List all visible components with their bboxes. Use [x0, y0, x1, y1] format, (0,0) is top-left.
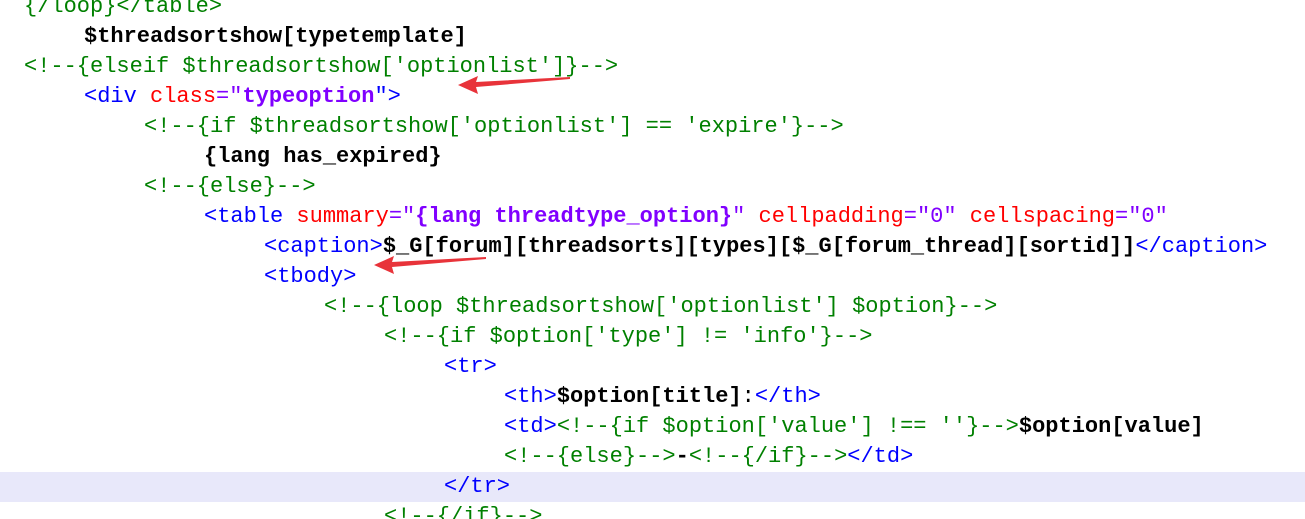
code-token: <td>: [504, 414, 557, 439]
code-text: <table summary="{lang threadtype_option}…: [204, 202, 1168, 232]
code-token: <th>: [504, 384, 557, 409]
code-token: $option[title]: [556, 384, 742, 409]
code-token: </caption>: [1135, 234, 1268, 259]
code-token: ": [732, 204, 759, 229]
code-token: <!--{else}-->: [144, 174, 316, 199]
code-text: <!--{else}-->-<!--{/if}--></td>: [504, 442, 913, 472]
arrow-to-tbody-icon: [374, 256, 486, 274]
code-line[interactable]: <!--{if $option['type'] != 'info'}-->: [0, 322, 1305, 352]
code-token: summary: [296, 204, 389, 229]
code-line[interactable]: <table summary="{lang threadtype_option}…: [0, 202, 1305, 232]
code-line[interactable]: <td><!--{if $option['value'] !== ''}-->$…: [0, 412, 1305, 442]
code-text: <div class="typeoption">: [84, 82, 401, 112]
code-token: {lang threadtype_option}: [415, 204, 733, 229]
code-line[interactable]: {/loop}</table>: [0, 0, 1305, 22]
code-line[interactable]: <th>$option[title]:</th>: [0, 382, 1305, 412]
code-line[interactable]: <tbody>: [0, 262, 1305, 292]
code-line[interactable]: <!--{else}-->-<!--{/if}--></td>: [0, 442, 1305, 472]
code-line[interactable]: <div class="typeoption">: [0, 82, 1305, 112]
code-text: <!--{loop $threadsortshow['optionlist'] …: [324, 292, 997, 322]
code-text: <!--{if $threadsortshow['optionlist'] ==…: [144, 112, 844, 142]
code-line-current[interactable]: </tr>: [0, 472, 1305, 502]
code-text: </tr>: [444, 472, 510, 502]
code-line[interactable]: <!--{if $threadsortshow['optionlist'] ==…: [0, 112, 1305, 142]
code-editor[interactable]: {/loop}</table> $threadsortshow[typetempl…: [0, 0, 1305, 519]
code-token: typeoption: [242, 84, 375, 109]
code-line[interactable]: $threadsortshow[typetemplate]: [0, 22, 1305, 52]
code-token: -: [675, 444, 689, 469]
code-token: =": [216, 84, 243, 109]
code-text: <!--{if $option['type'] != 'info'}-->: [384, 322, 872, 352]
code-token: <!--{/if}-->: [688, 444, 848, 469]
code-token: <!--{if $threadsortshow['optionlist'] ==…: [144, 114, 844, 139]
code-token: <!--{else}-->: [504, 444, 676, 469]
code-token: </td>: [847, 444, 914, 469]
code-token: $_G[forum][threadsorts][types][$_G[forum…: [382, 234, 1136, 259]
code-token: cellpadding: [758, 204, 904, 229]
code-token: class: [150, 84, 217, 109]
code-line[interactable]: <!--{elseif $threadsortshow['optionlist'…: [0, 52, 1305, 82]
code-token: <tr>: [444, 354, 497, 379]
code-line[interactable]: <!--{else}-->: [0, 172, 1305, 202]
code-token: $threadsortshow[typetemplate]: [84, 24, 467, 49]
code-token: <!--{if $option['type'] != 'info'}-->: [384, 324, 873, 349]
code-token: cellspacing: [969, 204, 1115, 229]
code-token: <table: [204, 204, 297, 229]
code-line[interactable]: <tr>: [0, 352, 1305, 382]
code-token: <div: [84, 84, 151, 109]
code-text: <tbody>: [264, 262, 356, 292]
code-token: <caption>: [264, 234, 383, 259]
code-token: =": [388, 204, 416, 229]
code-text: <td><!--{if $option['value'] !== ''}-->$…: [504, 412, 1204, 442]
code-token: :: [741, 384, 755, 409]
code-token: ">: [374, 84, 401, 109]
arrow-shape: [374, 256, 486, 274]
code-text: <tr>: [444, 352, 497, 382]
code-token: {/loop}</table>: [24, 0, 223, 19]
code-text: <!--{/if}-->: [384, 502, 542, 519]
code-line[interactable]: <caption>$_G[forum][threadsorts][types][…: [0, 232, 1305, 262]
arrow-shape: [458, 76, 570, 94]
code-text: $threadsortshow[typetemplate]: [84, 22, 467, 52]
code-token: <!--{if $option['value'] !== ''}-->: [556, 414, 1019, 439]
code-token: <!--{loop $threadsortshow['optionlist'] …: [324, 294, 998, 319]
code-text: <!--{else}-->: [144, 172, 316, 202]
code-text: <th>$option[title]:</th>: [504, 382, 821, 412]
code-line[interactable]: <!--{/if}-->: [0, 502, 1305, 519]
arrow-to-typeoption-icon: [458, 76, 570, 94]
code-token: ="0": [1115, 204, 1168, 229]
code-token: ="0": [903, 204, 970, 229]
code-token: <!--{/if}-->: [384, 504, 543, 519]
code-text: {/loop}</table>: [24, 0, 222, 22]
code-token: <tbody>: [264, 264, 357, 289]
code-line[interactable]: <!--{loop $threadsortshow['optionlist'] …: [0, 292, 1305, 322]
code-token: </th>: [754, 384, 821, 409]
code-token: $option[value]: [1018, 414, 1204, 439]
code-token: </tr>: [444, 474, 511, 499]
code-line[interactable]: {lang has_expired}: [0, 142, 1305, 172]
code-text: {lang has_expired}: [204, 142, 442, 172]
code-token: {lang has_expired}: [204, 144, 442, 169]
